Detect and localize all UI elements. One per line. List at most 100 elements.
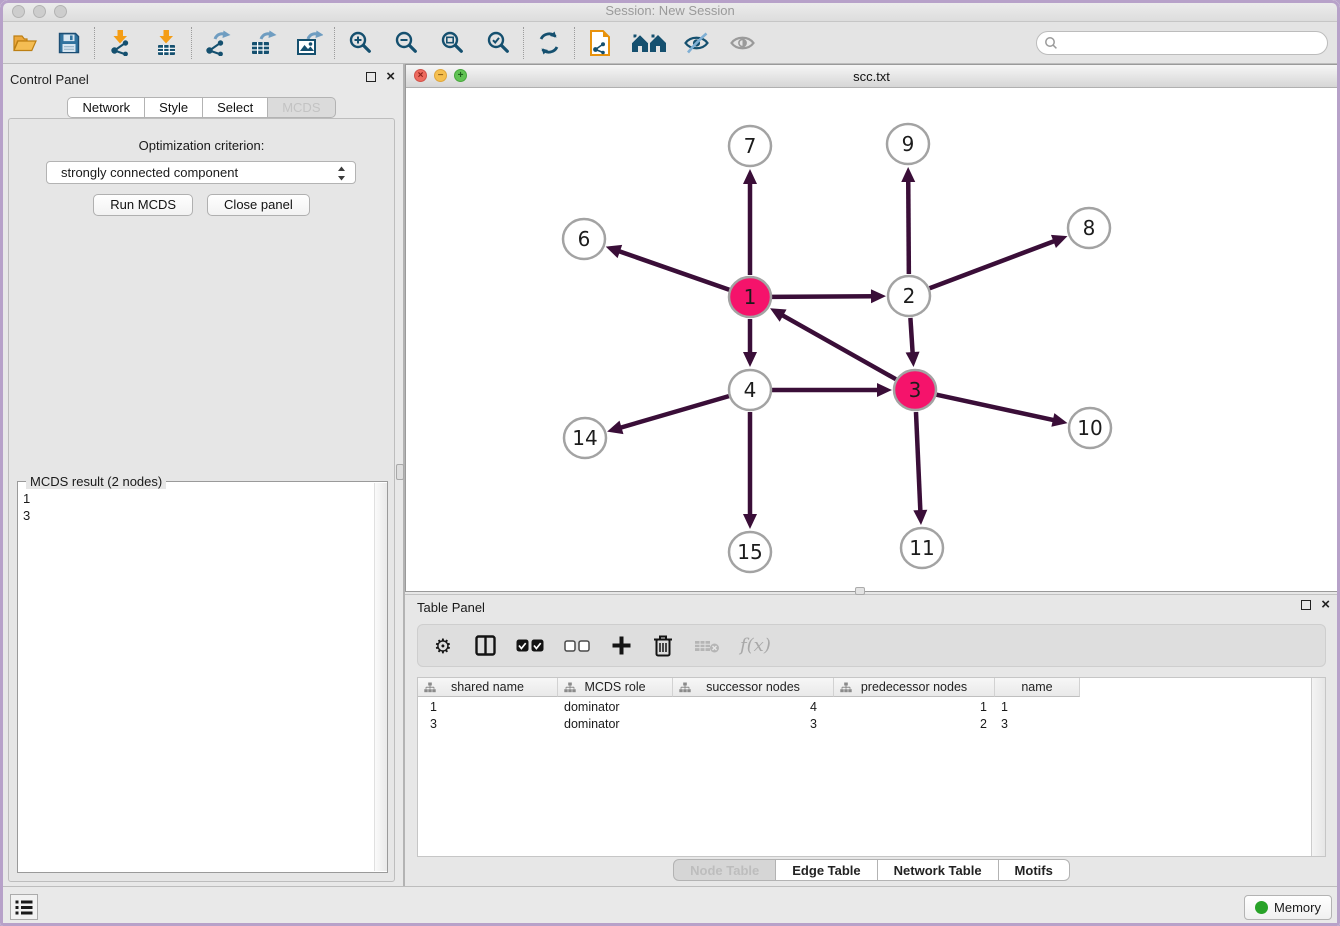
export-image-button[interactable] [292, 26, 326, 60]
graph-edge-1-6[interactable] [617, 251, 729, 290]
memory-button[interactable]: Memory [1244, 895, 1332, 920]
network-graph: 7968124314101511 [406, 88, 1337, 591]
tab-network-table[interactable]: Network Table [878, 859, 999, 881]
tab-edge-table[interactable]: Edge Table [776, 859, 877, 881]
graph-edge-3-11[interactable] [916, 412, 920, 513]
export-table-button[interactable] [246, 26, 280, 60]
toggle-panel-split-button[interactable] [474, 635, 496, 656]
float-panel-icon[interactable] [366, 72, 376, 82]
graph-edge-arrowhead [906, 352, 920, 367]
criterion-dropdown[interactable]: strongly connected component [46, 161, 356, 184]
panel-splitter-handle[interactable] [396, 464, 404, 480]
status-bar: Memory [0, 886, 1340, 926]
hide-graphics-details-button[interactable] [679, 26, 713, 60]
export-network-icon [203, 29, 231, 56]
zoom-selected-button[interactable] [481, 26, 515, 60]
search-input[interactable] [1058, 33, 1327, 53]
eye-icon [729, 31, 756, 55]
tab-node-table[interactable]: Node Table [673, 859, 776, 881]
float-table-panel-icon[interactable] [1301, 600, 1311, 610]
import-network-icon [107, 29, 134, 56]
apply-layout-button[interactable] [532, 26, 566, 60]
table-header-row: shared name MCDS role successor nodes pr… [418, 678, 1080, 697]
table-cell: 3 [418, 716, 558, 733]
control-panel: Control Panel × NetworkStyleSelectMCDS O… [0, 64, 403, 886]
export-network-button[interactable] [200, 26, 234, 60]
zoom-in-button[interactable] [343, 26, 377, 60]
gear-icon: ⚙ [434, 634, 452, 658]
column-label: MCDS role [584, 680, 645, 694]
graph-edge-1-2[interactable] [772, 296, 874, 297]
graph-edge-2-9[interactable] [908, 179, 909, 274]
tab-motifs[interactable]: Motifs [999, 859, 1070, 881]
network-canvas[interactable]: 7968124314101511 [406, 88, 1337, 591]
table-splitter-handle[interactable] [855, 587, 865, 595]
column-header-shared-name[interactable]: shared name [418, 678, 558, 697]
column-settings-button[interactable]: ⚙ [432, 634, 454, 658]
close-panel-button[interactable]: Close panel [207, 194, 310, 216]
graph-edge-4-14[interactable] [619, 396, 729, 428]
close-panel-icon[interactable]: × [386, 72, 395, 82]
import-table-button[interactable] [149, 26, 183, 60]
graph-node-label: 3 [909, 378, 922, 402]
memory-label: Memory [1274, 900, 1321, 915]
tab-style[interactable]: Style [145, 97, 203, 118]
window-titlebar: Session: New Session [0, 0, 1340, 22]
graph-edge-arrowhead [871, 289, 886, 303]
save-floppy-icon [57, 31, 81, 55]
toolbar-separator [191, 27, 192, 59]
control-panel-title: Control Panel [10, 72, 89, 87]
graph-edge-2-8[interactable] [930, 240, 1057, 288]
tab-mcds[interactable]: MCDS [268, 97, 335, 118]
tab-network[interactable]: Network [67, 97, 145, 118]
window-title: Session: New Session [0, 3, 1340, 18]
column-header-name[interactable]: name [995, 678, 1080, 697]
criterion-value: strongly connected component [61, 165, 238, 180]
export-image-icon [295, 29, 323, 56]
zoom-fit-button[interactable] [435, 26, 469, 60]
column-type-icon [564, 682, 576, 693]
network-file-button[interactable] [583, 26, 617, 60]
control-panel-tabs: NetworkStyleSelectMCDS [0, 97, 403, 118]
network-window-titlebar[interactable]: × − + scc.txt [406, 65, 1337, 88]
run-mcds-button[interactable]: Run MCDS [93, 194, 193, 216]
column-header-predecessor-nodes[interactable]: predecessor nodes [834, 678, 995, 697]
save-session-button[interactable] [52, 26, 86, 60]
table-tabs: Node TableEdge TableNetwork TableMotifs [405, 859, 1338, 881]
node-table: shared name MCDS role successor nodes pr… [417, 677, 1326, 857]
table-cell: 2 [834, 716, 995, 733]
delete-columns-button[interactable] [652, 634, 674, 657]
close-table-panel-icon[interactable]: × [1321, 600, 1330, 610]
zoom-out-button[interactable] [389, 26, 423, 60]
open-session-button[interactable] [8, 26, 42, 60]
add-column-button[interactable] [610, 635, 632, 656]
network-view-window: × − + scc.txt 7968124314101511 [405, 64, 1338, 592]
graph-edge-arrowhead [1051, 235, 1068, 248]
table-cell: 1 [834, 699, 995, 716]
graph-edge-arrowhead [743, 514, 757, 529]
column-header-MCDS-role[interactable]: MCDS role [558, 678, 673, 697]
tab-select[interactable]: Select [203, 97, 268, 118]
column-header-successor-nodes[interactable]: successor nodes [673, 678, 834, 697]
result-scrollbar[interactable] [374, 483, 387, 871]
import-network-button[interactable] [103, 26, 137, 60]
graph-edge-3-1[interactable] [780, 314, 895, 379]
graph-node-label: 10 [1077, 416, 1102, 440]
graph-node-label: 11 [909, 536, 934, 560]
zoom-out-icon [394, 30, 419, 55]
task-history-button[interactable] [10, 894, 38, 920]
deselect-all-columns-button[interactable] [564, 640, 590, 652]
unchecked-boxes-icon [564, 640, 590, 652]
graph-edge-arrowhead [1051, 413, 1067, 427]
application-window: Session: New Session [0, 0, 1340, 926]
toolbar-separator [334, 27, 335, 59]
select-all-columns-button[interactable] [516, 639, 544, 652]
table-row[interactable]: 3dominator323 [418, 716, 1080, 733]
graph-edge-3-10[interactable] [936, 395, 1055, 421]
graph-edge-2-3[interactable] [910, 318, 912, 355]
show-all-networks-button[interactable] [629, 26, 669, 60]
table-row[interactable]: 1dominator411 [418, 699, 1080, 716]
network-window-title: scc.txt [406, 69, 1337, 84]
graph-edge-arrowhead [607, 421, 623, 434]
table-scrollbar[interactable] [1311, 678, 1325, 856]
